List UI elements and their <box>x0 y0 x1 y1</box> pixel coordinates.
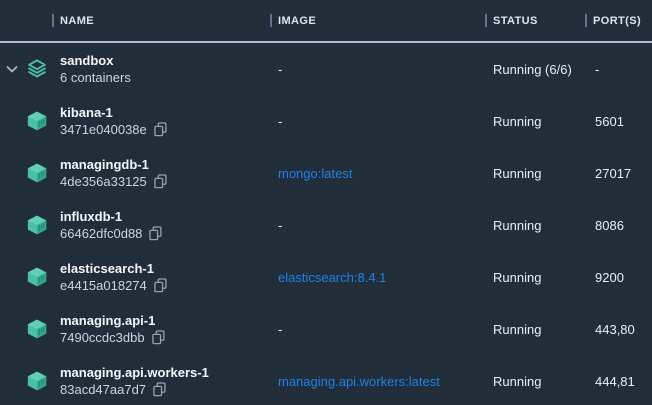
table-row[interactable]: influxdb-1 66462dfc0d88 - Running 8086 <box>0 199 652 251</box>
container-name: managing.api-1 <box>60 313 155 328</box>
name-cell: influxdb-1 66462dfc0d88 <box>0 208 278 242</box>
column-separator <box>52 14 54 27</box>
stack-icon <box>26 58 48 80</box>
column-separator <box>485 14 487 27</box>
table-row[interactable]: managingdb-1 4de356a33125 mongo:latest R… <box>0 147 652 199</box>
container-cube-icon <box>26 266 48 288</box>
container-id: 3471e040038e <box>60 121 147 138</box>
column-header-ports-label: PORT(S) <box>593 15 641 27</box>
column-header-ports[interactable]: PORT(S) <box>585 14 652 27</box>
table-row[interactable]: managing.api.workers-1 83acd47aa7d7 mana… <box>0 355 652 405</box>
table-row[interactable]: sandbox 6 containers - Running (6/6) - <box>0 43 652 95</box>
container-name: managingdb-1 <box>60 157 149 172</box>
status-cell: Running <box>493 218 593 233</box>
ports-cell: 443,80 <box>593 322 652 337</box>
container-id: e4415a018274 <box>60 277 147 294</box>
image-cell[interactable]: managing.api.workers:latest <box>278 374 493 389</box>
copy-icon[interactable] <box>152 330 165 345</box>
table-row[interactable]: elasticsearch-1 e4415a018274 elasticsear… <box>0 251 652 303</box>
name-text: kibana-1 3471e040038e <box>60 104 167 138</box>
image-cell: - <box>278 218 493 233</box>
name-text: sandbox 6 containers <box>60 52 131 86</box>
container-name: influxdb-1 <box>60 209 122 224</box>
image-cell[interactable]: mongo:latest <box>278 166 493 181</box>
ports-cell: 8086 <box>593 218 652 233</box>
image-cell: - <box>278 114 493 129</box>
container-cube-icon <box>26 214 48 236</box>
column-header-status[interactable]: STATUS <box>485 14 593 27</box>
status-cell: Running <box>493 374 593 389</box>
container-cube-icon <box>26 318 48 340</box>
container-id: 4de356a33125 <box>60 173 147 190</box>
container-cube-icon <box>26 162 48 184</box>
ports-cell: 5601 <box>593 114 652 129</box>
status-cell: Running (6/6) <box>493 62 593 77</box>
status-cell: Running <box>493 270 593 285</box>
name-text: managing.api-1 7490ccdc3dbb <box>60 312 165 346</box>
name-cell: sandbox 6 containers <box>0 52 278 86</box>
image-cell: - <box>278 322 493 337</box>
column-header-status-label: STATUS <box>493 15 538 27</box>
ports-cell: 9200 <box>593 270 652 285</box>
container-id: 7490ccdc3dbb <box>60 329 145 346</box>
table-row[interactable]: managing.api-1 7490ccdc3dbb - Running 44… <box>0 303 652 355</box>
chevron-down-icon[interactable] <box>6 65 20 74</box>
column-header-image[interactable]: IMAGE <box>270 14 493 27</box>
name-cell: managing.api.workers-1 83acd47aa7d7 <box>0 364 278 398</box>
column-header-name[interactable]: NAME <box>0 14 278 27</box>
name-cell: managingdb-1 4de356a33125 <box>0 156 278 190</box>
ports-cell: 27017 <box>593 166 652 181</box>
name-text: managing.api.workers-1 83acd47aa7d7 <box>60 364 209 398</box>
container-name: elasticsearch-1 <box>60 261 154 276</box>
column-header-image-label: IMAGE <box>278 15 316 27</box>
container-name: sandbox <box>60 53 113 68</box>
column-header-name-label: NAME <box>60 15 94 27</box>
status-cell: Running <box>493 166 593 181</box>
name-cell: elasticsearch-1 e4415a018274 <box>0 260 278 294</box>
image-cell: - <box>278 62 493 77</box>
table-header: NAME IMAGE STATUS PORT(S) <box>0 0 652 43</box>
containers-table: NAME IMAGE STATUS PORT(S) <box>0 0 652 405</box>
name-text: elasticsearch-1 e4415a018274 <box>60 260 167 294</box>
copy-icon[interactable] <box>154 174 167 189</box>
copy-icon[interactable] <box>154 122 167 137</box>
copy-icon[interactable] <box>149 226 162 241</box>
name-cell: kibana-1 3471e040038e <box>0 104 278 138</box>
container-cube-icon <box>26 110 48 132</box>
container-cube-icon <box>26 370 48 392</box>
column-separator <box>270 14 272 27</box>
ports-cell: - <box>593 62 652 77</box>
table-body: sandbox 6 containers - Running (6/6) - <box>0 43 652 405</box>
copy-icon[interactable] <box>153 382 166 397</box>
container-name: kibana-1 <box>60 105 113 120</box>
name-text: managingdb-1 4de356a33125 <box>60 156 167 190</box>
status-cell: Running <box>493 114 593 129</box>
image-cell[interactable]: elasticsearch:8.4.1 <box>278 270 493 285</box>
container-name: managing.api.workers-1 <box>60 365 209 380</box>
ports-cell: 444,81 <box>593 374 652 389</box>
name-text: influxdb-1 66462dfc0d88 <box>60 208 162 242</box>
copy-icon[interactable] <box>154 278 167 293</box>
table-row[interactable]: kibana-1 3471e040038e - Running 5601 <box>0 95 652 147</box>
container-id: 83acd47aa7d7 <box>60 381 146 398</box>
column-separator <box>585 14 587 27</box>
container-id: 6 containers <box>60 69 131 86</box>
status-cell: Running <box>493 322 593 337</box>
container-id: 66462dfc0d88 <box>60 225 142 242</box>
name-cell: managing.api-1 7490ccdc3dbb <box>0 312 278 346</box>
